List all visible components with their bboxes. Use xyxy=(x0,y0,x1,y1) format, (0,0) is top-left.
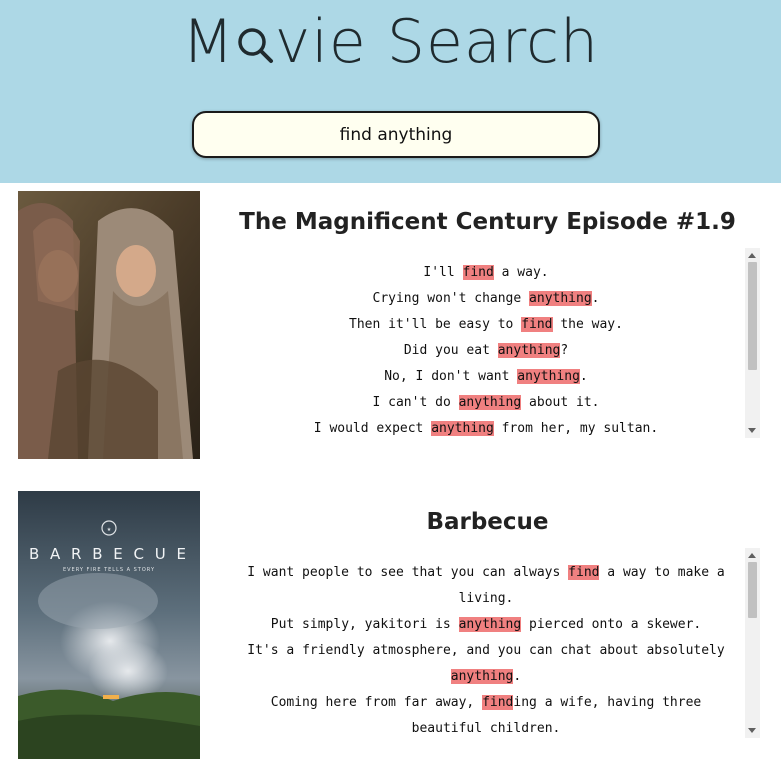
line-text: pierced onto a skewer. xyxy=(521,617,702,632)
line-text: Coming here from far away, xyxy=(270,695,483,710)
line-text: It's a friendly atmosphere, and you can … xyxy=(247,643,725,658)
line-text: . xyxy=(579,369,588,384)
title-prefix: M xyxy=(181,7,235,77)
scrollbar-thumb[interactable] xyxy=(748,262,757,370)
match-highlight: find xyxy=(568,565,600,580)
result-card: The Magnificent Century Episode #1.9 I'l… xyxy=(0,191,781,461)
line-text: beautiful children. xyxy=(411,721,561,736)
title-suffix: vie Search xyxy=(274,7,600,77)
match-highlight: anything xyxy=(529,291,592,306)
movie-poster[interactable]: ★ B A R B E C U E EVERY FIRE TELLS A STO… xyxy=(18,491,200,759)
match-highlight: anything xyxy=(450,669,514,684)
line-text: a way to make a xyxy=(599,565,725,580)
scroll-up-icon[interactable] xyxy=(748,253,756,258)
subtitle-line: Put simply, yakitori is anything pierced… xyxy=(230,612,742,638)
match-highlight: anything xyxy=(517,369,580,384)
subtitle-line: I want people to see that you can always… xyxy=(230,560,742,586)
line-text: Then it'll be easy to xyxy=(349,317,522,332)
scroll-down-icon[interactable] xyxy=(748,428,756,433)
app-title: Mvie Search xyxy=(0,6,781,78)
scrollbar-thumb[interactable] xyxy=(748,562,757,618)
match-highlight: find xyxy=(482,695,514,710)
magnifier-o-icon xyxy=(235,8,275,63)
subtitle-line: No, I don't want anything. xyxy=(230,364,742,390)
movie-title: The Magnificent Century Episode #1.9 xyxy=(239,209,736,235)
poster-tagline: EVERY FIRE TELLS A STORY xyxy=(62,567,156,573)
line-text: I want people to see that you can always xyxy=(247,565,569,580)
line-text: I can't do xyxy=(372,395,459,410)
subtitle-lines: I want people to see that you can always… xyxy=(230,548,742,738)
subtitle-line: Coming here from far away, finding a wif… xyxy=(230,690,742,716)
line-text: ? xyxy=(560,343,569,358)
scroll-down-icon[interactable] xyxy=(748,728,756,733)
movie-title: Barbecue xyxy=(426,509,549,535)
subtitle-matches[interactable]: I'll find a way. Crying won't change anyt… xyxy=(230,248,760,438)
line-text: ing a wife, having three xyxy=(513,695,702,710)
subtitle-line: Crying won't change anything. xyxy=(230,286,742,312)
poster-title: B A R B E C U E xyxy=(28,545,190,563)
scroll-up-icon[interactable] xyxy=(748,553,756,558)
line-text: No, I don't want xyxy=(384,369,518,384)
subtitle-line: I can't do anything about it. xyxy=(230,390,742,416)
subtitle-line: anything. xyxy=(230,664,742,690)
scrollbar[interactable] xyxy=(745,248,760,438)
line-text: the way. xyxy=(552,317,623,332)
subtitle-line: It's a friendly atmosphere, and you can … xyxy=(230,638,742,664)
line-text: a way. xyxy=(493,265,549,280)
match-highlight: anything xyxy=(497,343,561,358)
subtitle-line: Then it'll be easy to find the way. xyxy=(230,312,742,338)
movie-poster[interactable] xyxy=(18,191,200,459)
subtitle-line: beautiful children. xyxy=(230,716,742,738)
subtitle-line: I'll find a way. xyxy=(230,260,742,286)
scrollbar[interactable] xyxy=(745,548,760,738)
line-text: I'll xyxy=(423,265,463,280)
line-text: from her, my sultan. xyxy=(493,421,659,436)
subtitle-lines: I'll find a way. Crying won't change anyt… xyxy=(230,248,742,438)
line-text: Did you eat xyxy=(403,343,498,358)
subtitle-matches[interactable]: I want people to see that you can always… xyxy=(230,548,760,738)
svg-text:★: ★ xyxy=(107,527,112,533)
line-text: I would expect xyxy=(313,421,432,436)
line-text: . xyxy=(513,669,522,684)
line-text: Put simply, yakitori is xyxy=(270,617,459,632)
line-text: . xyxy=(591,291,600,306)
subtitle-line: I would expect anything from her, my sul… xyxy=(230,416,742,438)
result-card: ★ B A R B E C U E EVERY FIRE TELLS A STO… xyxy=(0,491,781,761)
match-highlight: anything xyxy=(458,395,522,410)
header: Mvie Search xyxy=(0,0,781,183)
search-input[interactable] xyxy=(192,111,600,158)
line-text: Crying won't change xyxy=(372,291,530,306)
line-text: about it. xyxy=(521,395,600,410)
match-highlight: find xyxy=(521,317,553,332)
subtitle-line: Did you eat anything? xyxy=(230,338,742,364)
subtitle-line: living. xyxy=(230,586,742,612)
match-highlight: anything xyxy=(431,421,494,436)
match-highlight: find xyxy=(462,265,494,280)
line-text: living. xyxy=(458,591,514,606)
match-highlight: anything xyxy=(458,617,522,632)
